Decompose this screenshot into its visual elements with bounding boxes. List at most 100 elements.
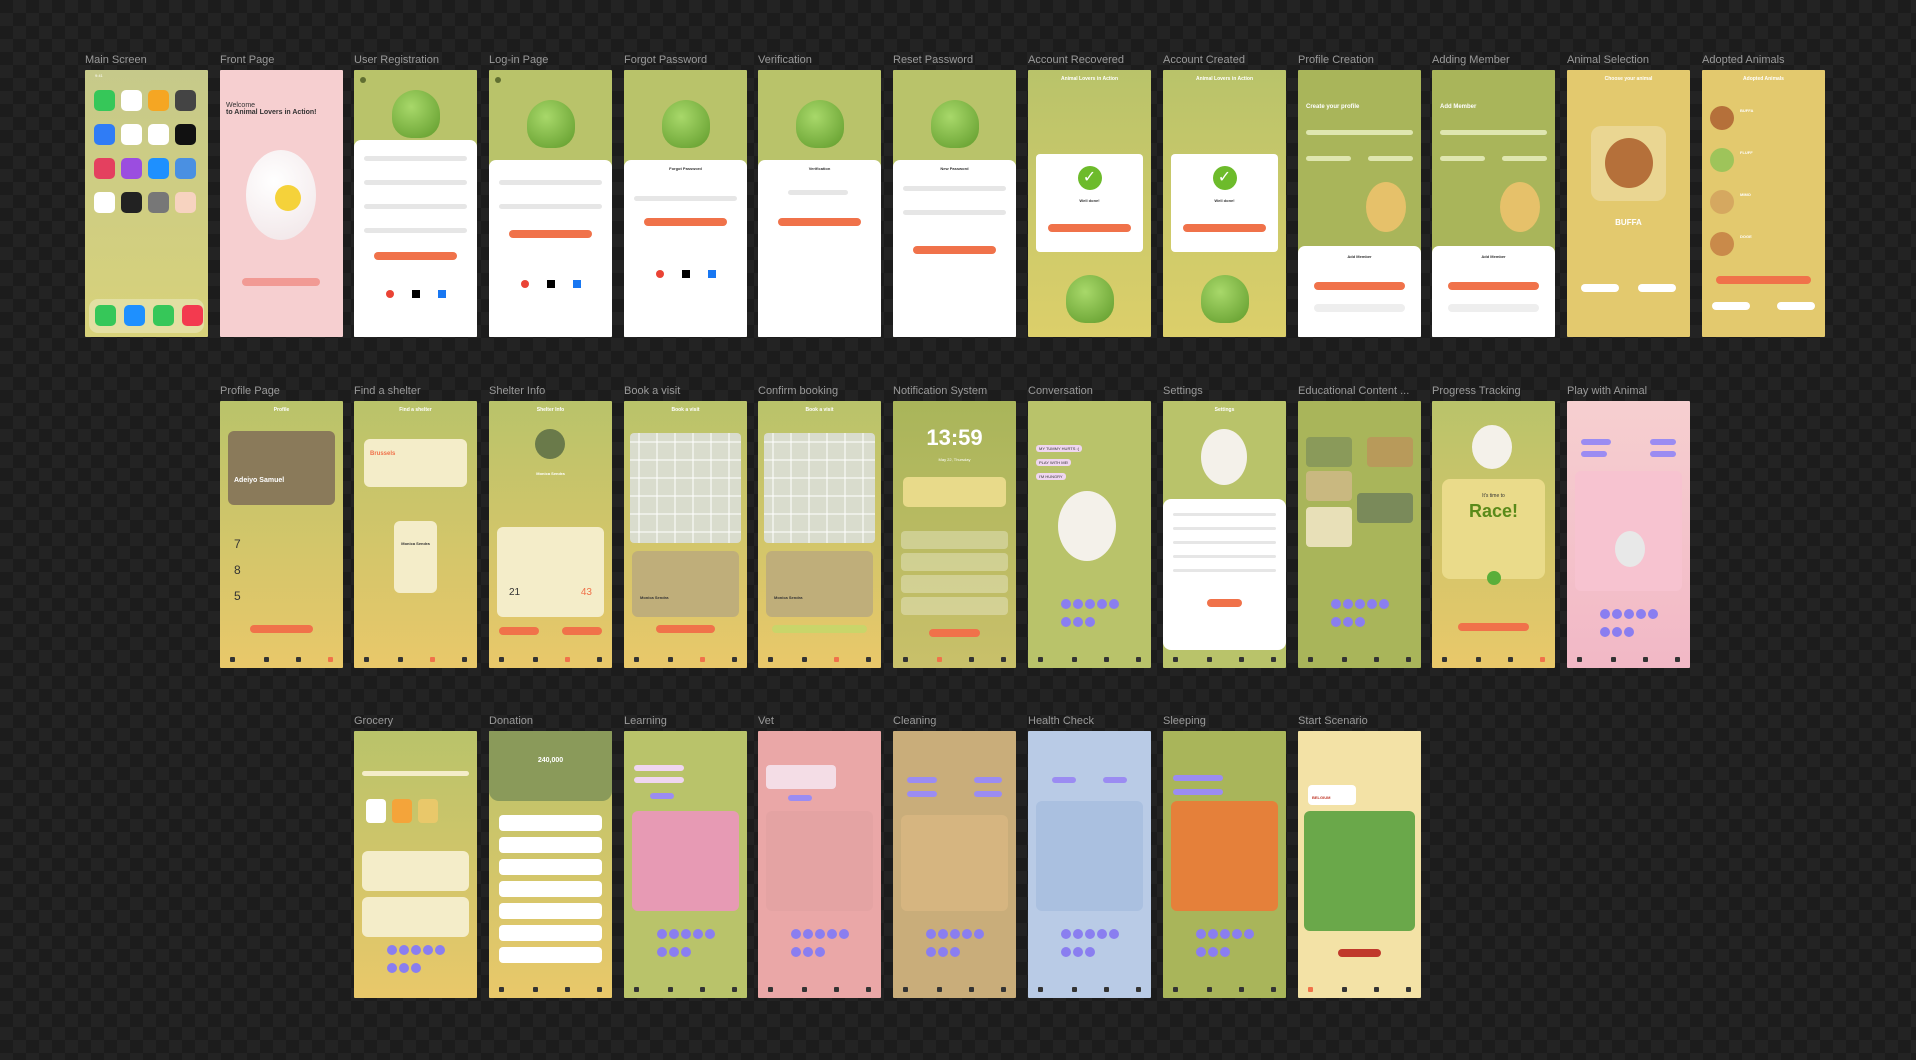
view-all-button[interactable] <box>929 629 980 637</box>
setting-row[interactable] <box>1173 555 1276 558</box>
profile-icon[interactable] <box>1271 987 1276 992</box>
activity-pill[interactable] <box>1103 777 1127 783</box>
action-buttons[interactable] <box>386 943 446 979</box>
confirm-password-field[interactable] <box>364 228 467 233</box>
continue-button[interactable] <box>1183 224 1266 232</box>
start-button[interactable] <box>242 278 320 286</box>
activity-pill[interactable] <box>974 777 1002 783</box>
bell-icon[interactable] <box>533 987 538 992</box>
gender-field[interactable] <box>1368 156 1413 161</box>
email-field[interactable] <box>499 180 602 185</box>
bell-icon[interactable] <box>1476 657 1481 662</box>
back-button[interactable] <box>1712 302 1750 310</box>
confirm-password-field[interactable] <box>903 210 1006 215</box>
content-thumb[interactable] <box>1357 493 1413 523</box>
action-buttons[interactable] <box>1060 597 1120 633</box>
bell-icon[interactable] <box>1072 657 1077 662</box>
podcasts-icon[interactable] <box>121 158 142 179</box>
age-field[interactable] <box>1306 156 1351 161</box>
profile-icon[interactable] <box>1001 657 1006 662</box>
calendar-icon[interactable] <box>121 90 142 111</box>
profile-icon[interactable] <box>597 657 602 662</box>
mail-icon[interactable] <box>94 124 115 145</box>
donation-item[interactable] <box>499 903 602 919</box>
product-card[interactable] <box>362 851 469 891</box>
signup-button[interactable] <box>374 252 457 260</box>
home-icon[interactable] <box>499 987 504 992</box>
notification-item[interactable] <box>901 575 1008 593</box>
profile-icon[interactable] <box>732 657 737 662</box>
profile-icon[interactable] <box>597 987 602 992</box>
bell-icon[interactable] <box>533 657 538 662</box>
home-icon[interactable] <box>499 657 504 662</box>
phone-icon[interactable] <box>95 305 116 326</box>
donation-item[interactable] <box>499 859 602 875</box>
play-icon[interactable] <box>1487 571 1501 585</box>
shop-icon[interactable] <box>1374 657 1379 662</box>
home-icon[interactable] <box>1038 657 1043 662</box>
bell-icon[interactable] <box>398 657 403 662</box>
settings-icon[interactable] <box>148 192 169 213</box>
donation-item[interactable] <box>499 947 602 963</box>
profile-icon[interactable] <box>1540 657 1545 662</box>
activity-pill[interactable] <box>1650 451 1676 457</box>
profile-icon[interactable] <box>866 657 871 662</box>
home-icon[interactable] <box>1038 987 1043 992</box>
activity-pill[interactable] <box>1173 775 1223 781</box>
profile-icon[interactable] <box>462 657 467 662</box>
profile-icon[interactable] <box>1136 657 1141 662</box>
category-all[interactable] <box>366 799 386 823</box>
home-icon[interactable] <box>903 987 908 992</box>
bell-icon[interactable] <box>1072 987 1077 992</box>
yes-button[interactable] <box>1448 282 1539 290</box>
next-button[interactable] <box>1777 302 1815 310</box>
profile-icon[interactable] <box>328 657 333 662</box>
activity-pill[interactable] <box>907 791 937 797</box>
notification-item[interactable] <box>901 597 1008 615</box>
logout-button[interactable] <box>1207 599 1242 607</box>
shop-icon[interactable] <box>969 657 974 662</box>
clock-icon[interactable] <box>175 124 196 145</box>
action-buttons[interactable] <box>1330 597 1390 633</box>
profile-icon[interactable] <box>1001 987 1006 992</box>
shop-icon[interactable] <box>1643 657 1648 662</box>
music-icon[interactable] <box>182 305 203 326</box>
shop-icon[interactable] <box>1104 657 1109 662</box>
send-button[interactable] <box>644 218 727 226</box>
activity-pill[interactable] <box>1173 789 1223 795</box>
profile-icon[interactable] <box>1406 657 1411 662</box>
content-thumb[interactable] <box>1367 437 1413 467</box>
apple-icon[interactable] <box>412 290 420 298</box>
new-password-field[interactable] <box>903 186 1006 191</box>
profile-icon[interactable] <box>732 987 737 992</box>
home-icon[interactable] <box>364 657 369 662</box>
camera-icon[interactable] <box>175 90 196 111</box>
shop-icon[interactable] <box>1508 657 1513 662</box>
home-icon[interactable] <box>230 657 235 662</box>
activity-pill[interactable] <box>1650 439 1676 445</box>
map-view[interactable] <box>630 433 741 543</box>
home-icon[interactable] <box>634 657 639 662</box>
app-custom-icon[interactable] <box>175 192 196 213</box>
bell-icon[interactable] <box>802 987 807 992</box>
map-view[interactable] <box>764 433 875 543</box>
activity-pill[interactable] <box>1052 777 1076 783</box>
activity-pill[interactable] <box>907 777 937 783</box>
news-icon[interactable] <box>94 158 115 179</box>
home-icon[interactable] <box>768 987 773 992</box>
appstore-icon[interactable] <box>148 158 169 179</box>
shop-icon[interactable] <box>1239 657 1244 662</box>
back-icon[interactable] <box>495 77 501 83</box>
login-button[interactable] <box>509 230 592 238</box>
book-button[interactable] <box>656 625 715 633</box>
code-inputs[interactable] <box>788 190 848 195</box>
home-icon[interactable] <box>634 987 639 992</box>
shop-icon[interactable] <box>1239 987 1244 992</box>
visit-button[interactable] <box>562 627 602 635</box>
search-input[interactable] <box>362 771 469 776</box>
donation-item[interactable] <box>499 925 602 941</box>
safari-icon[interactable] <box>124 305 145 326</box>
health-icon[interactable] <box>94 192 115 213</box>
setting-row[interactable] <box>1173 527 1276 530</box>
bell-icon[interactable] <box>1207 987 1212 992</box>
